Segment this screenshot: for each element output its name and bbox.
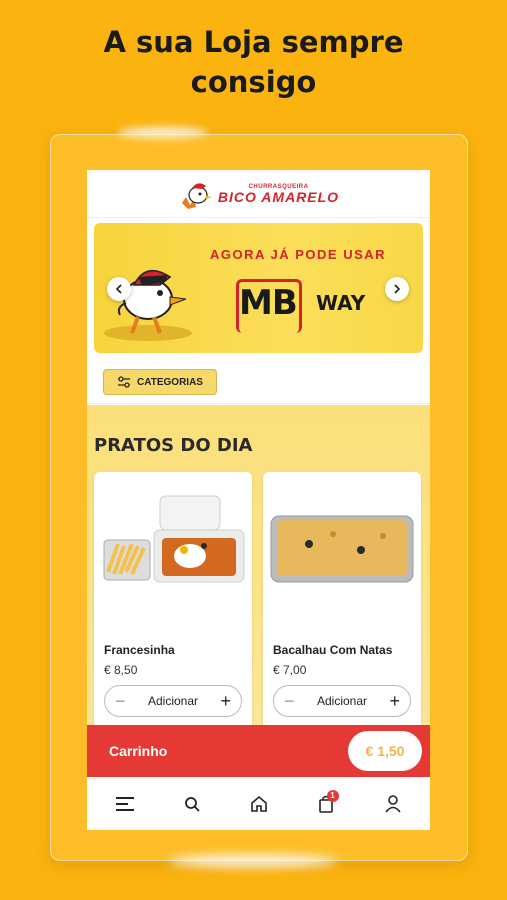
chevron-left-icon [115, 284, 122, 294]
nav-menu[interactable] [105, 784, 145, 824]
nav-cart[interactable]: 1 [306, 784, 346, 824]
francesinha-image [103, 495, 245, 583]
promo-headline-line1: A sua Loja sempre [103, 25, 404, 59]
menu-icon [115, 796, 134, 811]
way-logo-text: WAY [316, 291, 366, 315]
banner-title: AGORA JÁ PODE USAR [210, 247, 387, 262]
logo-bar: CHURRASQUEIRA BICO AMARELO [87, 170, 430, 218]
cart-label: Carrinho [109, 743, 168, 759]
add-label: Adicionar [147, 694, 199, 708]
add-label: Adicionar [316, 694, 368, 708]
user-icon [384, 794, 401, 813]
minus-icon[interactable]: − [284, 691, 295, 712]
app-screen: CHURRASQUEIRA BICO AMARELO AGORA JÁ PODE… [87, 170, 430, 830]
filter-sliders-icon [118, 376, 131, 388]
cart-bar[interactable]: Carrinho € 1,50 [87, 725, 430, 777]
home-icon [250, 795, 267, 812]
mb-logo-text: MB [239, 283, 298, 323]
search-icon [184, 796, 200, 812]
categories-label: CATEGORIAS [137, 376, 203, 388]
minus-icon[interactable]: − [115, 691, 126, 712]
bottom-nav: 1 [87, 777, 430, 830]
chicken-mascot-icon [181, 182, 212, 209]
bacalhau-image [270, 515, 414, 583]
promo-headline: A sua Loja sempre consigo [0, 22, 507, 102]
daily-dishes-section: PRATOS DO DIA Francesinha € 8,50 − Adici… [87, 405, 430, 732]
product-card[interactable]: Francesinha € 8,50 − Adicionar + [94, 472, 252, 732]
product-price: € 8,50 [104, 663, 138, 677]
chevron-right-icon [394, 284, 401, 294]
section-title: PRATOS DO DIA [94, 435, 253, 456]
promo-banner[interactable]: AGORA JÁ PODE USAR MB WAY [94, 223, 423, 353]
logo-big-text: BICO AMARELO [217, 188, 340, 205]
cart-total-button[interactable]: € 1,50 [348, 731, 422, 771]
categories-button[interactable]: CATEGORIAS [103, 369, 217, 395]
nav-search[interactable] [172, 784, 212, 824]
banner-prev-button[interactable] [107, 277, 131, 301]
categories-row: CATEGORIAS [87, 360, 430, 404]
product-name: Francesinha [104, 643, 175, 657]
add-to-cart-stepper[interactable]: − Adicionar + [104, 685, 242, 717]
plus-icon[interactable]: + [389, 691, 400, 712]
nav-home[interactable] [239, 784, 279, 824]
banner-next-button[interactable] [385, 277, 409, 301]
plus-icon[interactable]: + [220, 691, 231, 712]
nav-profile[interactable] [373, 784, 413, 824]
frame-glow-bottom [168, 854, 338, 868]
store-logo[interactable]: CHURRASQUEIRA BICO AMARELO [178, 177, 339, 211]
cart-badge: 1 [326, 789, 339, 802]
promo-headline-line2: consigo [190, 65, 317, 99]
product-name: Bacalhau Com Natas [273, 643, 393, 657]
add-to-cart-stepper[interactable]: − Adicionar + [273, 685, 411, 717]
product-card[interactable]: Bacalhau Com Natas € 7,00 − Adicionar + [263, 472, 421, 732]
product-price: € 7,00 [273, 663, 307, 677]
